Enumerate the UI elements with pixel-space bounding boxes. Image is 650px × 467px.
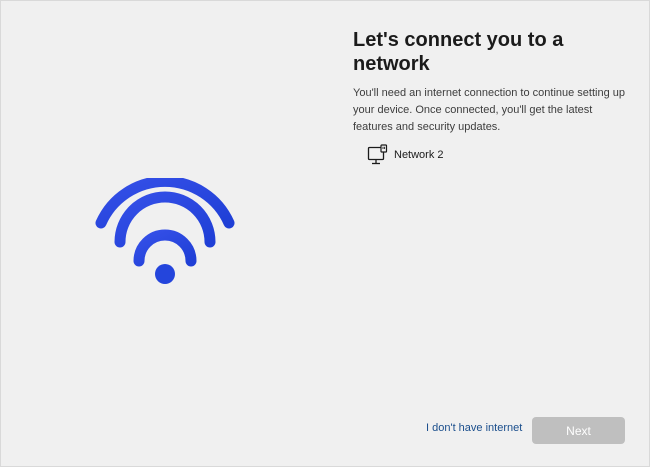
next-button[interactable]: Next: [532, 417, 625, 444]
wired-ethernet-icon: [367, 144, 388, 165]
network-list: Network 2: [367, 144, 627, 166]
illustration-pane: [1, 1, 331, 466]
no-internet-link[interactable]: I don't have internet: [426, 422, 522, 434]
page-description: You'll need an internet connection to co…: [353, 87, 626, 133]
content-pane: Let's connect you to a network You'll ne…: [353, 1, 633, 466]
network-item[interactable]: Network 2: [367, 144, 627, 166]
wifi-icon: [95, 178, 235, 284]
oobe-window: Let's connect you to a network You'll ne…: [0, 0, 650, 467]
page-title: Let's connect you to a network: [353, 29, 564, 75]
network-name: Network 2: [394, 149, 444, 161]
